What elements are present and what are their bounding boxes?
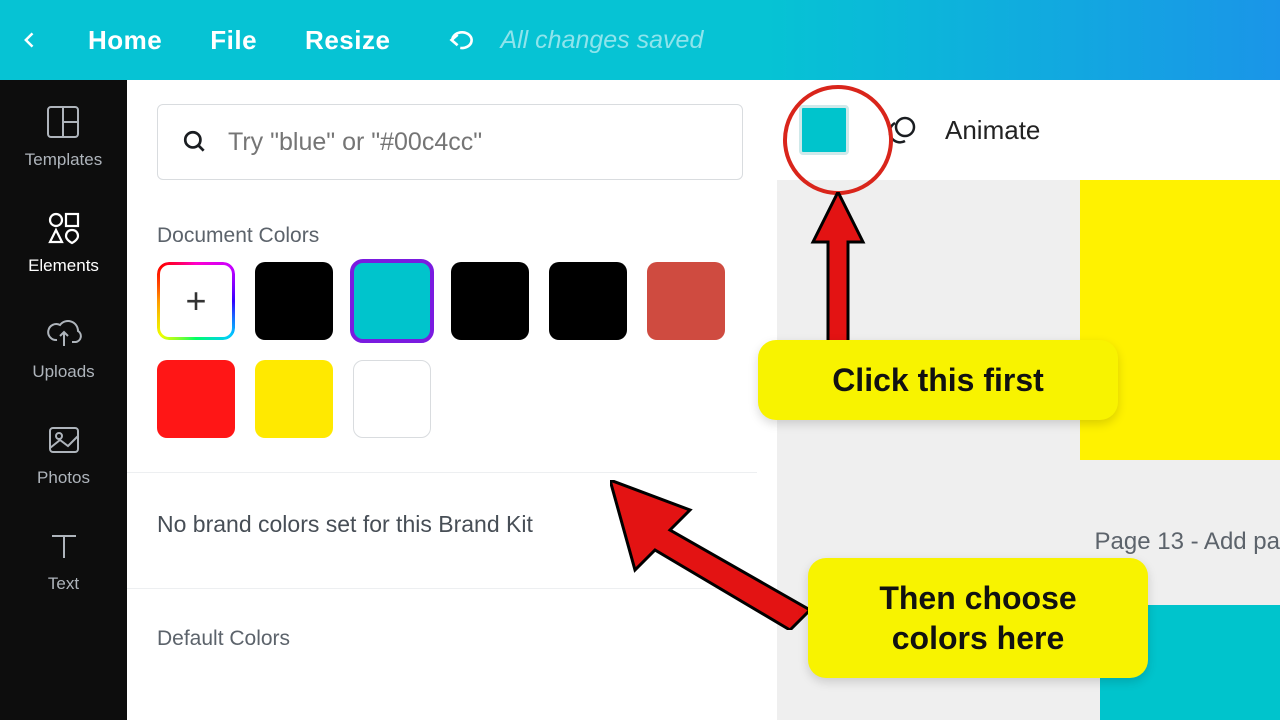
context-toolbar: Animate: [777, 80, 1280, 180]
plus-icon: +: [160, 265, 232, 337]
default-colors-heading: Default Colors: [157, 627, 757, 651]
color-swatch[interactable]: [549, 262, 627, 340]
undo-area: All changes saved: [448, 26, 703, 55]
color-search-input[interactable]: [228, 128, 718, 157]
add-color-swatch[interactable]: +: [157, 262, 235, 340]
color-swatch[interactable]: [157, 360, 235, 438]
fill-color-button-wrap: [789, 95, 859, 165]
sidebar-item-uploads[interactable]: Uploads: [32, 316, 94, 382]
color-swatch[interactable]: [353, 262, 431, 340]
annotation-callout: Then choose colors here: [808, 558, 1148, 678]
sidebar-item-label: Photos: [37, 468, 90, 488]
search-icon: [182, 129, 208, 155]
sidebar-item-label: Text: [48, 574, 79, 594]
back-icon[interactable]: [20, 30, 40, 50]
uploads-icon: [46, 316, 82, 352]
sidebar-item-text[interactable]: Text: [46, 528, 82, 594]
left-sidebar: Templates Elements Uploads Photos Text: [0, 80, 127, 720]
fill-color-button[interactable]: [799, 105, 849, 155]
nav-resize[interactable]: Resize: [305, 25, 390, 56]
page-label[interactable]: Page 13 - Add pa: [1095, 528, 1280, 556]
animate-icon[interactable]: [887, 115, 917, 145]
document-colors-grid: +: [157, 262, 757, 438]
elements-icon: [46, 210, 82, 246]
sidebar-item-elements[interactable]: Elements: [28, 210, 99, 276]
color-search[interactable]: [157, 104, 743, 180]
divider: [127, 472, 757, 473]
templates-icon: [45, 104, 81, 140]
document-colors-heading: Document Colors: [157, 224, 757, 248]
color-swatch[interactable]: [647, 262, 725, 340]
sidebar-item-label: Uploads: [32, 362, 94, 382]
annotation-arrow: [808, 192, 868, 342]
undo-icon[interactable]: [448, 29, 476, 51]
photos-icon: [46, 422, 82, 458]
color-swatch[interactable]: [353, 360, 431, 438]
nav-home[interactable]: Home: [88, 25, 162, 56]
sidebar-item-label: Templates: [25, 150, 102, 170]
save-status: All changes saved: [500, 26, 703, 55]
sidebar-item-templates[interactable]: Templates: [25, 104, 102, 170]
sidebar-item-label: Elements: [28, 256, 99, 276]
annotation-callout: Click this first: [758, 340, 1118, 420]
animate-button[interactable]: Animate: [945, 115, 1040, 146]
color-swatch[interactable]: [255, 360, 333, 438]
canvas-shape-yellow[interactable]: [1080, 180, 1280, 460]
color-swatch[interactable]: [451, 262, 529, 340]
text-icon: [46, 528, 82, 564]
nav-file[interactable]: File: [210, 25, 257, 56]
top-bar: Home File Resize All changes saved: [0, 0, 1280, 80]
color-swatch[interactable]: [255, 262, 333, 340]
sidebar-item-photos[interactable]: Photos: [37, 422, 90, 488]
annotation-arrow: [610, 480, 810, 630]
